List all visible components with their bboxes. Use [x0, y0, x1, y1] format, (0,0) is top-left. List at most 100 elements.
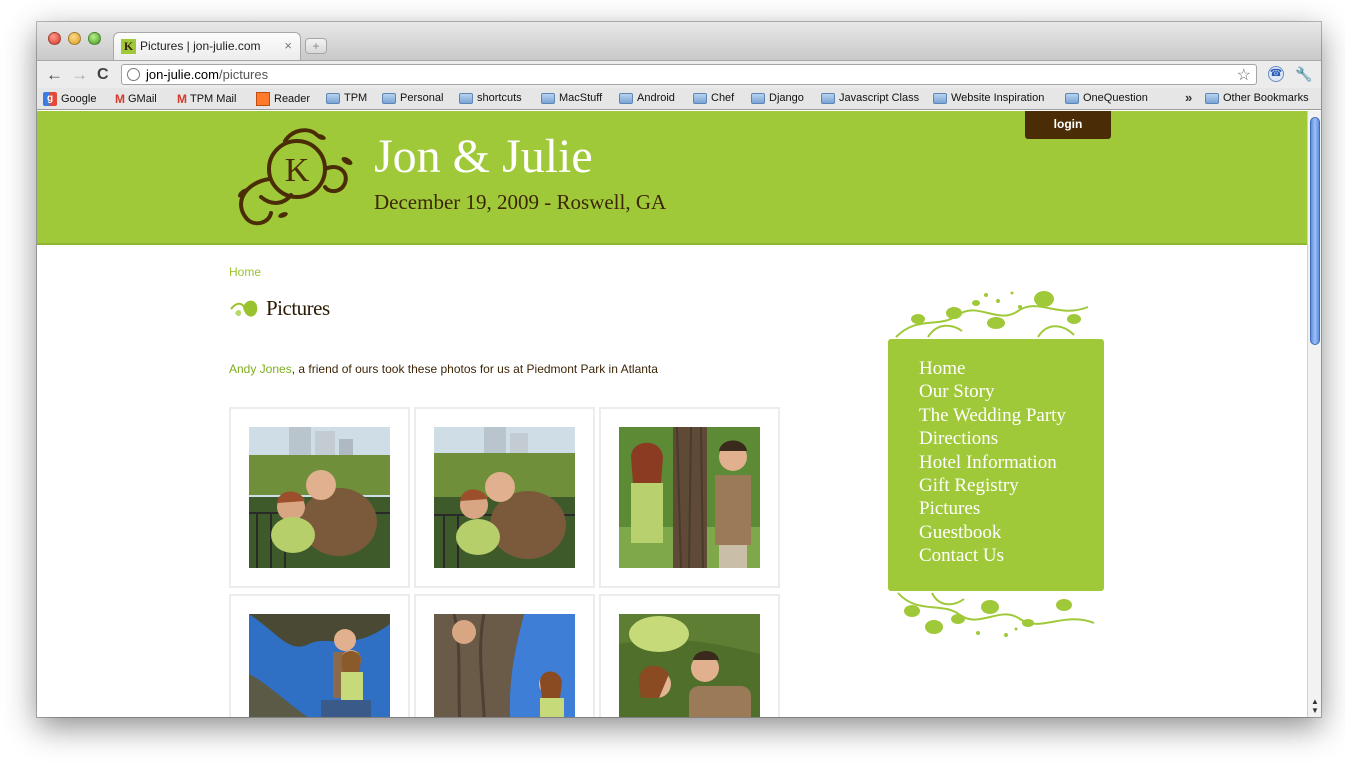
sidebar-nav-panel: Home Our Story The Wedding Party Directi…	[888, 339, 1104, 591]
address-bar[interactable]: jon-julie.com/pictures ☆	[121, 64, 1257, 85]
bookmark-personal[interactable]: Personal	[382, 92, 443, 104]
photo-thumbnail[interactable]	[229, 594, 410, 717]
folder-icon	[821, 92, 835, 104]
new-tab-button[interactable]: +	[305, 38, 327, 54]
browser-tab-pictures[interactable]: K Pictures | jon-julie.com ×	[113, 32, 301, 60]
bookmark-other-bookmarks[interactable]: Other Bookmarks	[1205, 92, 1309, 104]
vine-ornament-bottom	[897, 592, 1095, 637]
leaf-icon	[230, 300, 258, 317]
nav-link-gift-registry[interactable]: Gift Registry	[919, 474, 1066, 497]
sitting-on-tree-photo	[249, 614, 390, 717]
nav-link-guestbook[interactable]: Guestbook	[919, 521, 1066, 544]
bookmark-javascript-class[interactable]: Javascript Class	[821, 92, 919, 104]
nav-link-hotel-information[interactable]: Hotel Information	[919, 451, 1066, 474]
bookmark-label: Reader	[274, 93, 311, 105]
wedding-date: December 19, 2009 - Roswell, GA	[374, 190, 667, 214]
bookmark-label: TPM	[344, 92, 368, 104]
nav-link-contact-us[interactable]: Contact Us	[919, 544, 1066, 567]
bookmark-macstuff[interactable]: MacStuff	[541, 92, 602, 104]
bookmark-tpm-mail[interactable]: M TPM Mail	[177, 92, 236, 106]
tree-peek-photo	[619, 427, 760, 568]
bookmark-chef[interactable]: Chef	[693, 92, 734, 104]
wrench-icon[interactable]: 🔧	[1295, 66, 1312, 83]
folder-icon	[693, 92, 707, 104]
window-close-button[interactable]	[48, 32, 61, 45]
gmail-icon: M	[115, 92, 125, 106]
vine-ornament-top	[895, 291, 1089, 338]
reader-icon	[256, 92, 270, 106]
lying-on-grass-photo	[619, 614, 760, 717]
bookmark-label: TPM Mail	[190, 93, 237, 105]
intro-text: Andy Jones, a friend of ours took these …	[229, 362, 658, 376]
browser-toolbar: ← → C jon-julie.com/pictures ☆ ☎ 🔧	[37, 60, 1321, 88]
bookmark-label: Google	[61, 93, 97, 105]
site-title: Jon & Julie	[374, 130, 593, 183]
bookmarks-bar: g Google M GMail M TPM Mail Reader TPM Pers…	[37, 88, 1321, 110]
extension-icon[interactable]: ☎	[1268, 66, 1284, 82]
bookmarks-overflow-chevron-icon[interactable]: »	[1185, 90, 1192, 105]
bookmark-google[interactable]: g Google	[43, 92, 96, 106]
breadcrumb-home-link[interactable]: Home	[229, 265, 261, 279]
folder-icon	[751, 92, 765, 104]
folder-icon	[382, 92, 396, 104]
bookmark-label: Django	[769, 92, 804, 104]
bookmark-onequestion[interactable]: OneQuestion	[1065, 92, 1148, 104]
nav-link-our-story[interactable]: Our Story	[919, 380, 1066, 403]
tab-close-icon[interactable]: ×	[284, 38, 292, 53]
bookmark-android[interactable]: Android	[619, 92, 675, 104]
photo-thumbnail[interactable]	[414, 407, 595, 588]
window-zoom-button[interactable]	[88, 32, 101, 45]
forward-arrow-icon[interactable]: →	[71, 65, 88, 85]
photo-thumbnail[interactable]	[599, 594, 780, 717]
url-path: /pictures	[218, 67, 269, 82]
kiss-at-railing-photo	[249, 427, 390, 568]
folder-icon	[933, 92, 947, 104]
bookmark-label: Chef	[711, 92, 735, 104]
page-viewport: K Jon & Julie December 19, 2009 - Roswel…	[37, 111, 1307, 717]
bookmark-label: Javascript Class	[839, 92, 920, 104]
bookmark-label: Website Inspiration	[951, 92, 1045, 104]
bookmark-label: Android	[637, 92, 675, 104]
reload-icon[interactable]: C	[97, 65, 109, 85]
address-url[interactable]: jon-julie.com/pictures	[146, 67, 268, 82]
logo-letter: K	[285, 152, 310, 189]
vertical-scrollbar[interactable]: ▲ ▼	[1307, 111, 1321, 717]
tree-trunk-photo	[434, 614, 575, 717]
bookmark-django[interactable]: Django	[751, 92, 804, 104]
bookmark-shortcuts[interactable]: shortcuts	[459, 92, 522, 104]
site-favicon-icon: K	[121, 39, 136, 54]
page-heading: Pictures	[229, 295, 330, 321]
nav-link-directions[interactable]: Directions	[919, 427, 1066, 450]
photographer-link[interactable]: Andy Jones	[229, 362, 292, 376]
globe-icon	[127, 68, 140, 81]
site-header: K Jon & Julie December 19, 2009 - Roswel…	[37, 111, 1307, 245]
photo-thumbnail[interactable]	[229, 407, 410, 588]
url-host: jon-julie.com	[146, 67, 219, 82]
window-minimize-button[interactable]	[68, 32, 81, 45]
photo-thumbnail[interactable]	[599, 407, 780, 588]
bookmark-star-icon[interactable]: ☆	[1237, 65, 1251, 85]
page-title: Pictures	[266, 296, 330, 320]
bookmark-label: shortcuts	[477, 92, 522, 104]
gmail-icon: M	[177, 92, 187, 106]
folder-icon	[326, 92, 340, 104]
tab-strip: K Pictures | jon-julie.com × +	[37, 22, 1321, 60]
google-icon: g	[43, 92, 57, 106]
bookmark-website-inspiration[interactable]: Website Inspiration	[933, 92, 1044, 104]
scroll-arrows-icon[interactable]: ▲ ▼	[1309, 697, 1321, 715]
kiss-at-railing-alt-photo	[434, 427, 575, 568]
bookmark-reader[interactable]: Reader	[256, 92, 310, 106]
scrollbar-thumb[interactable]	[1310, 117, 1320, 345]
nav-link-home[interactable]: Home	[919, 357, 1066, 380]
bookmark-tpm[interactable]: TPM	[326, 92, 367, 104]
folder-icon	[459, 92, 473, 104]
intro-sentence: , a friend of ours took these photos for…	[291, 362, 658, 376]
back-arrow-icon[interactable]: ←	[46, 65, 63, 85]
nav-link-pictures[interactable]: Pictures	[919, 497, 1066, 520]
bookmark-gmail[interactable]: M GMail	[115, 92, 157, 106]
photo-thumbnail[interactable]	[414, 594, 595, 717]
login-button[interactable]: login	[1025, 111, 1111, 139]
browser-window: K Pictures | jon-julie.com × + ← → C jon…	[37, 22, 1321, 717]
sidebar-nav-list: Home Our Story The Wedding Party Directi…	[919, 357, 1066, 568]
nav-link-wedding-party[interactable]: The Wedding Party	[919, 404, 1066, 427]
